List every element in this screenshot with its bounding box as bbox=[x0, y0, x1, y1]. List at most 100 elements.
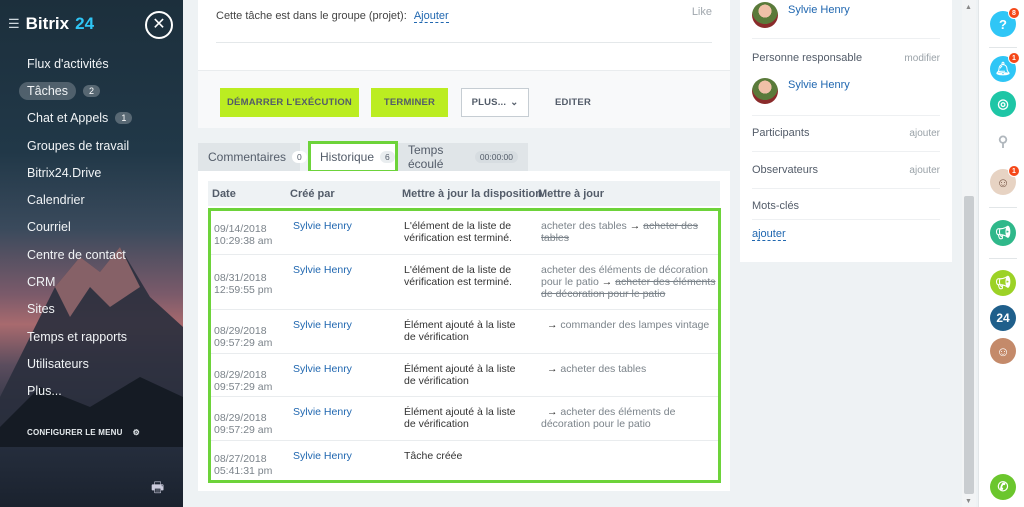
help-icon[interactable]: ? 8 bbox=[990, 7, 1020, 37]
tab-comments[interactable]: Commentaires 0 bbox=[198, 143, 307, 171]
open-lines-icon[interactable]: 📢︎ bbox=[990, 270, 1016, 296]
responsible-name-link[interactable]: Sylvie Henry bbox=[788, 79, 850, 91]
phone-icon[interactable]: ✆ bbox=[990, 474, 1016, 500]
column-header-action: Mettre à jour la disposition bbox=[402, 188, 542, 200]
table-row: 08/27/2018 05:41:31 pm Sylvie Henry Tâche… bbox=[211, 441, 718, 480]
megaphone-icon[interactable]: 📢︎ bbox=[990, 220, 1016, 246]
user-link[interactable]: Sylvie Henry bbox=[293, 264, 352, 276]
add-tag-link[interactable]: ajouter bbox=[752, 228, 786, 241]
sidebar-item-contact[interactable]: Centre de contact bbox=[0, 241, 183, 268]
add-participant-link[interactable]: ajouter bbox=[909, 128, 940, 139]
creator-name-link[interactable]: Sylvie Henry bbox=[788, 4, 850, 16]
user-link[interactable]: Sylvie Henry bbox=[293, 319, 352, 331]
configure-menu-button[interactable]: CONFIGURER LE MENU ⚙ bbox=[27, 428, 140, 437]
start-execution-button[interactable]: DÉMARRER L'EXÉCUTION bbox=[220, 88, 359, 117]
finish-button[interactable]: TERMINER bbox=[371, 88, 448, 117]
task-card: Cette tâche est dans le groupe (projet):… bbox=[198, 0, 730, 128]
table-row: 08/31/2018 12:59:55 pm Sylvie Henry L'élé… bbox=[211, 255, 718, 310]
sidebar-item-flux[interactable]: Flux d'activités bbox=[0, 50, 183, 77]
bitrix-logo[interactable]: ☰ Bitrix 24 bbox=[8, 14, 94, 34]
user-avatar-icon[interactable]: ☺ bbox=[990, 338, 1016, 364]
sidebar-item-label: Chat et Appels bbox=[27, 111, 109, 126]
contacts-avatar-icon[interactable]: ☺ 1 bbox=[990, 165, 1020, 195]
tab-label: Temps écoulé bbox=[408, 143, 444, 171]
row-date: 09/14/2018 bbox=[214, 223, 267, 235]
chevron-down-icon: ⌄ bbox=[510, 97, 519, 108]
sidebar-item-utilisateurs[interactable]: Utilisateurs bbox=[0, 350, 183, 377]
divider bbox=[752, 188, 940, 189]
sidebar-item-label: Groupes de travail bbox=[27, 138, 130, 153]
menu-icon[interactable]: ☰ bbox=[8, 16, 20, 32]
table-row: 08/29/2018 09:57:29 am Sylvie Henry Éléme… bbox=[211, 310, 718, 354]
sidebar-item-crm[interactable]: CRM bbox=[0, 268, 183, 295]
sidebar-item-drive[interactable]: Bitrix24.Drive bbox=[0, 159, 183, 186]
arrow-icon: → bbox=[547, 363, 558, 375]
row-date: 08/29/2018 bbox=[214, 369, 267, 381]
row-time: 05:41:31 pm bbox=[214, 465, 273, 477]
edit-button[interactable]: EDITER bbox=[543, 88, 603, 117]
sidebar-item-label: Centre de contact bbox=[27, 247, 126, 262]
avatar[interactable] bbox=[752, 2, 778, 28]
row-time: 10:29:38 am bbox=[214, 235, 273, 247]
sidebar-item-temps[interactable]: Temps et rapports bbox=[0, 323, 183, 350]
add-group-link[interactable]: Ajouter bbox=[413, 10, 449, 23]
sidebar-item-label: Courriel bbox=[27, 220, 71, 235]
divider bbox=[752, 219, 940, 220]
sidebar-item-courriel[interactable]: Courriel bbox=[0, 214, 183, 241]
user-link[interactable]: Sylvie Henry bbox=[293, 450, 352, 462]
sidebar-item-chat[interactable]: Chat et Appels 1 bbox=[0, 105, 183, 132]
like-button[interactable]: Like bbox=[692, 6, 712, 18]
group-text: Cette tâche est dans le groupe (projet): bbox=[216, 10, 407, 22]
user-link[interactable]: Sylvie Henry bbox=[293, 406, 352, 418]
user-link[interactable]: Sylvie Henry bbox=[293, 363, 352, 375]
sidebar-item-label: Bitrix24.Drive bbox=[27, 165, 102, 180]
avatar[interactable] bbox=[752, 78, 778, 104]
scroll-up-icon[interactable]: ▲ bbox=[965, 4, 972, 11]
modify-responsible-link[interactable]: modifier bbox=[904, 53, 940, 64]
scroll-down-icon[interactable]: ▼ bbox=[965, 498, 972, 505]
sidebar-item-calendrier[interactable]: Calendrier bbox=[0, 186, 183, 213]
page-scrollbar[interactable]: ▲ ▼ bbox=[962, 0, 976, 507]
bitrix24-icon[interactable]: 24 bbox=[990, 305, 1016, 331]
sidebar-item-sites[interactable]: Sites bbox=[0, 296, 183, 323]
action-buttons: DÉMARRER L'EXÉCUTION TERMINER PLUS... ⌄ E… bbox=[198, 70, 730, 128]
divider bbox=[989, 258, 1017, 259]
new-value: acheter des tables bbox=[560, 363, 647, 375]
row-date: 08/29/2018 bbox=[214, 325, 267, 337]
tab-history[interactable]: Historique 6 bbox=[308, 141, 398, 173]
group-line: Cette tâche est dans le groupe (projet):… bbox=[216, 10, 449, 23]
user-link[interactable]: Sylvie Henry bbox=[293, 220, 352, 232]
table-row: 08/29/2018 09:57:29 am Sylvie Henry Éléme… bbox=[211, 354, 718, 397]
search-icon[interactable]: ⚲ bbox=[990, 128, 1016, 154]
tab-badge: 00:00:00 bbox=[474, 151, 518, 163]
more-button[interactable]: PLUS... ⌄ bbox=[461, 88, 529, 117]
responsible-label: Personne responsable bbox=[752, 52, 863, 64]
tab-badge: 0 bbox=[292, 151, 307, 163]
add-observer-link[interactable]: ajouter bbox=[909, 165, 940, 176]
chat-icon[interactable]: ◎ bbox=[990, 91, 1016, 117]
arrow-icon: → bbox=[629, 220, 641, 232]
sidebar-item-label: Plus... bbox=[27, 384, 62, 399]
sidebar-item-taches[interactable]: Tâches 2 bbox=[0, 77, 183, 104]
close-icon[interactable]: ✕ bbox=[145, 11, 173, 39]
divider bbox=[752, 151, 940, 152]
tab-time-spent[interactable]: Temps écoulé 00:00:00 bbox=[398, 143, 528, 171]
sidebar-item-groupes[interactable]: Groupes de travail bbox=[0, 132, 183, 159]
history-header: Date Créé par Mettre à jour la dispositi… bbox=[208, 181, 720, 206]
gear-icon: ⚙ bbox=[132, 428, 140, 437]
divider bbox=[752, 115, 940, 116]
divider bbox=[752, 38, 940, 39]
arrow-icon: → bbox=[601, 276, 613, 288]
sidebar-item-plus[interactable]: Plus... bbox=[0, 378, 183, 405]
new-value: acheter des tables bbox=[541, 220, 627, 232]
arrow-icon: → bbox=[547, 406, 558, 418]
participants-label: Participants bbox=[752, 127, 810, 139]
right-toolbar: ? 8 🔔︎ 1 ◎ ⚲ ☺ 1 📢︎ 📢︎ 24 ☺ ✆ bbox=[978, 0, 1024, 507]
printer-icon[interactable]: 🖶 bbox=[151, 477, 164, 501]
task-main: Cette tâche est dans le groupe (projet):… bbox=[198, 0, 730, 507]
row-action: L'élément de la liste de vérification es… bbox=[404, 220, 512, 244]
divider bbox=[989, 47, 1017, 48]
scrollbar-thumb[interactable] bbox=[964, 196, 974, 494]
row-time: 09:57:29 am bbox=[214, 424, 273, 436]
bell-icon[interactable]: 🔔︎ 1 bbox=[990, 52, 1020, 82]
